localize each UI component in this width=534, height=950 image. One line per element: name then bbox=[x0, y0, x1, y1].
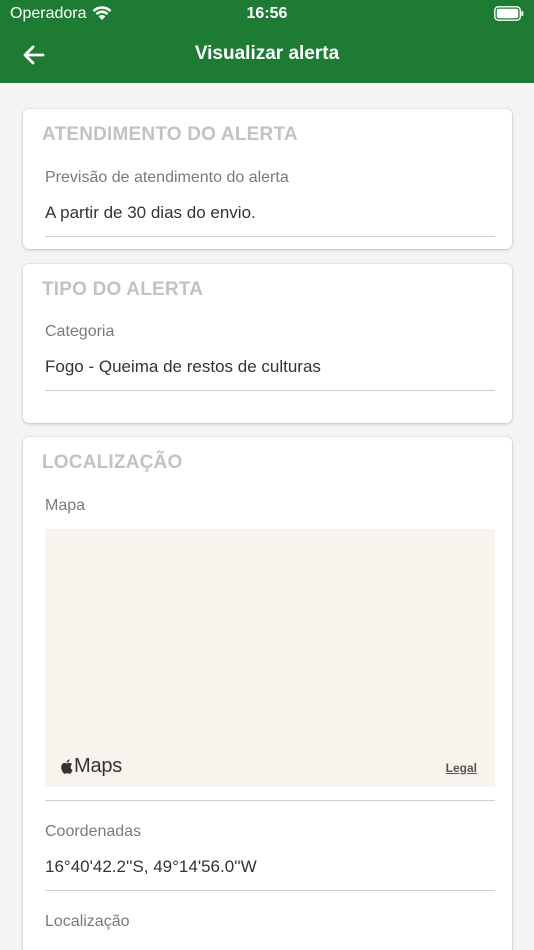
map-view[interactable]: Maps Legal bbox=[45, 529, 495, 787]
apple-logo-icon bbox=[61, 759, 73, 774]
value-categoria: Fogo - Queima de restos de culturas bbox=[45, 357, 321, 376]
card-title-tipo: TIPO DO ALERTA bbox=[42, 279, 204, 300]
field-divider bbox=[45, 800, 495, 801]
status-bar: Operadora 16:56 bbox=[0, 0, 534, 28]
apple-maps-logo: Maps bbox=[59, 755, 122, 778]
navigation-bar: Visualizar alerta bbox=[0, 28, 534, 83]
legal-link[interactable]: Legal bbox=[446, 761, 477, 775]
field-divider bbox=[45, 236, 495, 237]
status-time: 16:56 bbox=[246, 5, 288, 22]
label-coordenadas: Coordenadas bbox=[45, 823, 142, 840]
maps-brand-text: Maps bbox=[74, 755, 123, 777]
field-divider bbox=[45, 890, 495, 891]
card-title-atendimento: ATENDIMENTO DO ALERTA bbox=[42, 124, 298, 145]
card-atendimento: ATENDIMENTO DO ALERTA Previsão de atendi… bbox=[23, 109, 512, 249]
card-tipo: TIPO DO ALERTA Categoria Fogo - Queima d… bbox=[23, 264, 512, 423]
label-mapa: Mapa bbox=[45, 497, 86, 514]
app-header: Operadora 16:56 Visualizar alerta bbox=[0, 0, 534, 83]
value-previsao: A partir de 30 dias do envio. bbox=[45, 203, 256, 222]
label-previsao: Previsão de atendimento do alerta bbox=[45, 169, 289, 186]
app-screen: Operadora 16:56 Visualizar alerta ATENDI… bbox=[0, 0, 534, 950]
card-title-localizacao: LOCALIZAÇÃO bbox=[42, 452, 183, 473]
value-coordenadas: 16°40'42.2''S, 49°14'56.0''W bbox=[45, 857, 257, 876]
label-categoria: Categoria bbox=[45, 323, 115, 340]
card-localizacao: LOCALIZAÇÃO Mapa Maps Legal Coordenadas … bbox=[23, 437, 512, 950]
field-divider bbox=[45, 390, 495, 391]
label-localizacao: Localização bbox=[45, 913, 130, 930]
page-title: Visualizar alerta bbox=[194, 43, 340, 64]
battery-icon bbox=[494, 6, 524, 21]
